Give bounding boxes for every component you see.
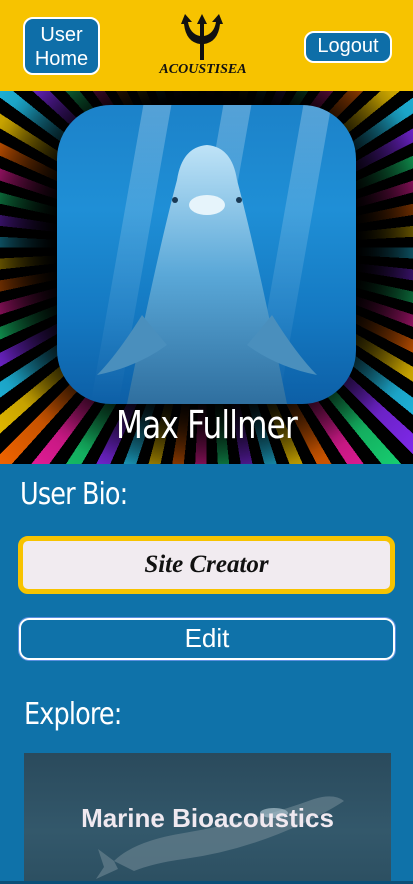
dolphin-icon [97, 145, 317, 404]
trident-icon [181, 14, 223, 60]
edit-bio-button[interactable]: Edit [18, 617, 396, 661]
acoustisea-logo[interactable]: ACOUSTISEA [144, 12, 264, 82]
logout-button[interactable]: Logout [304, 31, 392, 63]
explore-heading: Explore: [24, 697, 122, 732]
profile-name: Max Fullmer [116, 403, 298, 447]
profile-photo [57, 105, 356, 404]
card-title: Marine Bioacoustics [81, 803, 334, 833]
bio-text-box: Site Creator [18, 536, 395, 594]
logo-wordmark: ACOUSTISEA [159, 62, 247, 77]
user-home-button[interactable]: User Home [23, 17, 100, 75]
profile-banner: Max Fullmer [0, 91, 413, 464]
explore-card-marine-bioacoustics[interactable]: Marine Bioacoustics [24, 753, 391, 884]
bio-heading: User Bio: [20, 477, 128, 512]
top-header: User Home ACOUSTISEA Logout [0, 0, 413, 91]
